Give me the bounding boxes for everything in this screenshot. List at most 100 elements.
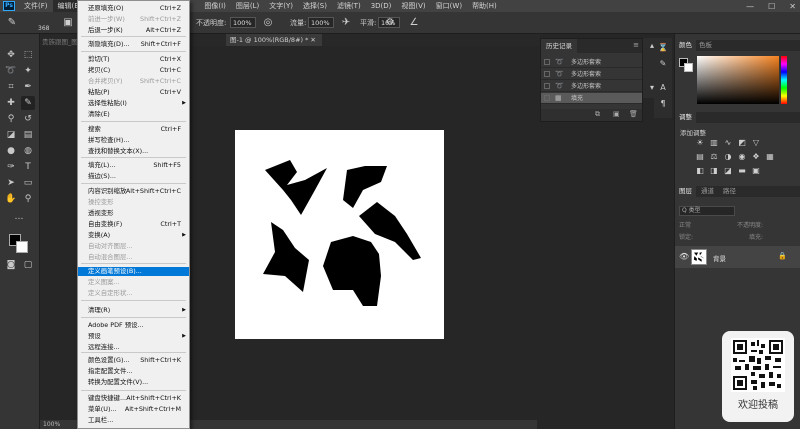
history-checkbox[interactable]: [544, 59, 550, 65]
path-select-tool-icon[interactable]: ➤: [4, 176, 18, 190]
edit-menu-item[interactable]: 拼写检查(H)...: [78, 136, 189, 145]
edit-menu-item[interactable]: 菜单(U)... Alt+Shift+Ctrl+M: [78, 405, 189, 414]
color-balance-icon[interactable]: ⚖: [709, 152, 719, 162]
edit-menu-item[interactable]: 自动对齐图层...: [78, 242, 189, 251]
panel-menu-icon[interactable]: ≡: [633, 41, 639, 49]
tab-channels[interactable]: 通道: [697, 186, 718, 197]
menu-3d[interactable]: 3D(D): [366, 0, 397, 12]
layer-filter-input[interactable]: Q 类型: [679, 206, 735, 216]
background-color-swatch[interactable]: [684, 63, 693, 72]
tab-swatches[interactable]: 色板: [695, 40, 716, 51]
edit-menu-item[interactable]: 定义图案...: [78, 278, 189, 287]
history-panel-icon[interactable]: ⌛: [657, 42, 669, 54]
menu-window[interactable]: 窗口(W): [431, 0, 467, 12]
clone-stamp-tool-icon[interactable]: ⚲: [4, 112, 18, 126]
curves-icon[interactable]: ∿: [723, 138, 733, 148]
edit-menu-item[interactable]: 定义自定形状...: [78, 289, 189, 298]
channel-mixer-icon[interactable]: ❖: [751, 152, 761, 162]
threshold-icon[interactable]: ◪: [723, 166, 733, 176]
menu-type[interactable]: 文字(Y): [264, 0, 298, 12]
edit-menu-item[interactable]: 选择性粘贴(I) ▶: [78, 99, 189, 108]
paragraph-panel-icon[interactable]: ¶: [657, 98, 669, 110]
move-tool-icon[interactable]: ✥: [4, 48, 18, 62]
character-panel-icon[interactable]: A: [657, 82, 669, 94]
history-row[interactable]: ➰ 多边形套索: [541, 57, 642, 68]
document-canvas[interactable]: [235, 130, 444, 339]
eraser-tool-icon[interactable]: ◪: [4, 128, 18, 142]
edit-menu-item[interactable]: 清理(R) ▶: [78, 306, 189, 315]
layer-name[interactable]: 背景: [713, 253, 726, 263]
menu-layer[interactable]: 图层(L): [231, 0, 264, 12]
menu-help[interactable]: 帮助(H): [467, 0, 502, 12]
tab-color[interactable]: 颜色: [675, 40, 696, 51]
document-tab-active[interactable]: 图-1 @ 100%(RGB/8#) * ✕: [226, 34, 322, 46]
document-tab-inactive[interactable]: 贵族跟图_图: [42, 36, 78, 46]
edit-menu-item[interactable]: 内容识别缩放 Alt+Shift+Ctrl+C: [78, 187, 189, 196]
shape-tool-icon[interactable]: ▭: [21, 176, 35, 190]
brush-panel-icon[interactable]: ▣: [62, 17, 74, 29]
edit-menu-item[interactable]: 远程连接...: [78, 343, 189, 352]
edit-menu-item[interactable]: 拷贝(C) Ctrl+C: [78, 66, 189, 75]
gradient-map-icon[interactable]: ▬: [737, 166, 747, 176]
edit-menu-item[interactable]: 渐隐填充(D)... Shift+Ctrl+F: [78, 40, 189, 49]
qr-code-card[interactable]: 欢迎投稿: [722, 331, 794, 422]
lock-icon[interactable]: 🔒: [778, 252, 787, 260]
hand-tool-icon[interactable]: ✋: [4, 192, 18, 206]
blend-mode-select[interactable]: 正常: [679, 220, 691, 229]
edit-menu-item[interactable]: 颜色设置(G)... Shift+Ctrl+K: [78, 356, 189, 365]
gradient-tool-icon[interactable]: ▤: [21, 128, 35, 142]
edit-menu-item[interactable]: 查找和替换文本(X)...: [78, 147, 189, 156]
zoom-level[interactable]: 100%: [43, 420, 60, 429]
zoom-tool-icon[interactable]: ⚲: [21, 192, 35, 206]
crop-tool-icon[interactable]: ⌗: [4, 80, 18, 94]
edit-menu-item[interactable]: 清除(E): [78, 110, 189, 119]
color-picker-field[interactable]: [697, 56, 779, 104]
brush-tool-icon[interactable]: ✎: [6, 17, 18, 29]
new-document-from-state-icon[interactable]: ⧉: [595, 110, 600, 119]
edit-menu-item[interactable]: 后退一步(K) Alt+Ctrl+Z: [78, 26, 189, 35]
lasso-tool-icon[interactable]: ➰: [4, 64, 18, 78]
menu-image[interactable]: 图像(I): [199, 0, 231, 12]
menu-file[interactable]: 文件(F): [19, 0, 53, 12]
exposure-icon[interactable]: ◩: [737, 138, 747, 148]
edit-menu-item[interactable]: 变换(A) ▶: [78, 231, 189, 240]
edit-menu-item[interactable]: 合并拷贝(Y) Shift+Ctrl+C: [78, 77, 189, 86]
pen-tool-icon[interactable]: ✑: [4, 160, 18, 174]
edit-menu-item[interactable]: 工具栏...: [78, 416, 189, 425]
history-checkbox[interactable]: [544, 71, 550, 77]
menu-view[interactable]: 视图(V): [396, 0, 430, 12]
black-white-icon[interactable]: ◑: [723, 152, 733, 162]
history-checkbox[interactable]: [544, 83, 550, 89]
vibrance-icon[interactable]: ▽: [751, 138, 761, 148]
opacity-field[interactable]: 100%: [230, 17, 256, 28]
edit-menu-item[interactable]: 自由变换(F) Ctrl+T: [78, 220, 189, 229]
history-row[interactable]: ➰ 多边形套索: [541, 81, 642, 92]
photo-filter-icon[interactable]: ◉: [737, 152, 747, 162]
edit-menu-item[interactable]: 自动混合图层...: [78, 253, 189, 262]
quick-select-tool-icon[interactable]: ✦: [21, 64, 35, 78]
edit-menu-item[interactable]: 透视变形: [78, 209, 189, 218]
angle-icon[interactable]: ∠: [408, 17, 420, 29]
history-row-current[interactable]: ▦ 填充: [541, 93, 642, 104]
edit-menu-item[interactable]: 剪切(T) Ctrl+X: [78, 55, 189, 64]
history-brush-tool-icon[interactable]: ↺: [21, 112, 35, 126]
screen-mode-icon[interactable]: ▢: [21, 258, 35, 272]
eyedropper-tool-icon[interactable]: ✒: [21, 80, 35, 94]
brush-tool-icon[interactable]: ✎: [21, 96, 35, 110]
edit-menu-item[interactable]: 转换为配置文件(V)...: [78, 378, 189, 387]
more-tools-icon[interactable]: …: [12, 210, 26, 224]
history-row[interactable]: ➰ 多边形套索: [541, 69, 642, 80]
edit-menu-item[interactable]: 还原填充(O) Ctrl+Z: [78, 4, 189, 13]
edit-menu-item[interactable]: 填充(L)... Shift+F5: [78, 161, 189, 170]
minimize-button[interactable]: —: [746, 2, 754, 11]
blur-tool-icon[interactable]: ●: [4, 144, 18, 158]
brush-panel-icon[interactable]: ✎: [657, 58, 669, 70]
selective-color-icon[interactable]: ▣: [751, 166, 761, 176]
levels-icon[interactable]: ▥: [709, 138, 719, 148]
dodge-tool-icon[interactable]: ◍: [21, 144, 35, 158]
trash-icon[interactable]: 🗑: [629, 110, 638, 118]
quick-mask-icon[interactable]: ◙: [4, 258, 18, 272]
edit-menu-item[interactable]: 键盘快捷键... Alt+Shift+Ctrl+K: [78, 394, 189, 403]
close-button[interactable]: ✕: [789, 2, 796, 11]
edit-menu-item[interactable]: 描边(S)...: [78, 172, 189, 181]
